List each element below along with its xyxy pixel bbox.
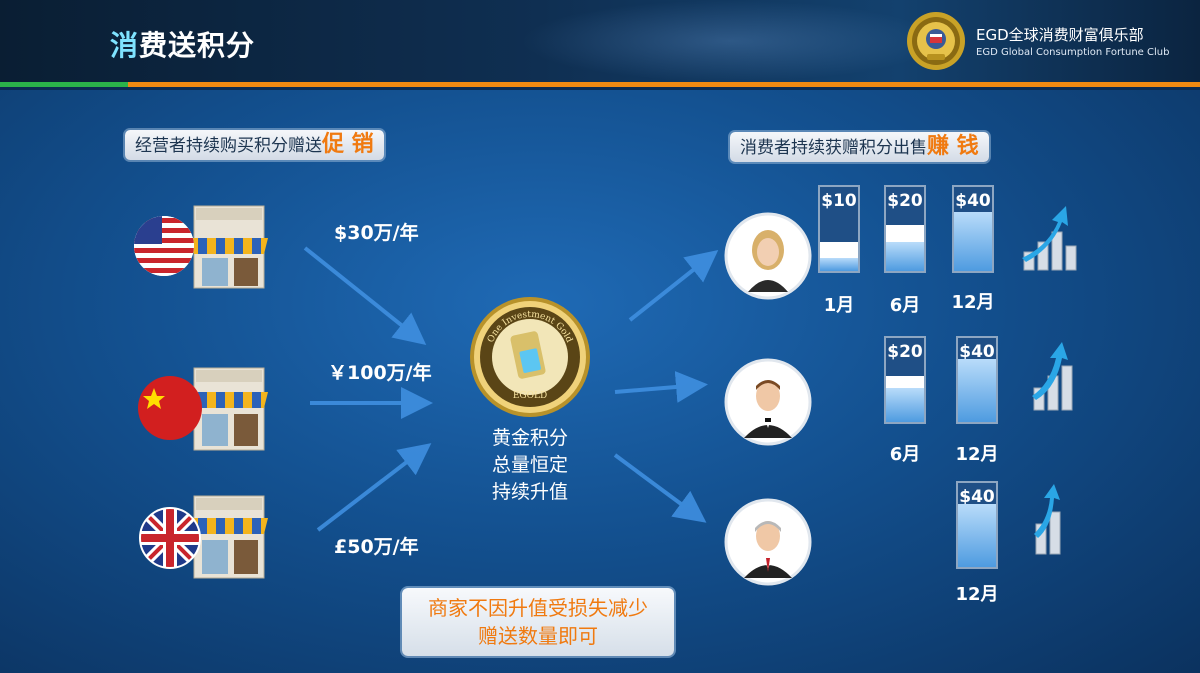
growth-chart-icon [1034, 484, 1061, 555]
rate-uk: £50万/年 [334, 536, 419, 558]
growth-chart-icon [1032, 342, 1073, 411]
arrow-coin-to-man [614, 371, 708, 403]
bar-value-label: $40 [955, 191, 991, 211]
bar-month-label: 12月 [955, 584, 999, 605]
woman-avatar-icon [724, 212, 812, 300]
value-bar: $40 [956, 481, 998, 569]
merchant-banner-highlight: 促 销 [322, 132, 374, 157]
bar-fill [886, 241, 924, 271]
bar-fill [954, 212, 992, 271]
club-medal-logo-icon [907, 12, 965, 70]
coin-caption-line: 总量恒定 [491, 454, 568, 476]
slide: 消费送积分 EGD全球消费财富俱乐部 EGD Global Consumptio… [0, 0, 1200, 673]
china-flag-icon [138, 376, 202, 440]
senior-man-avatar-icon [724, 498, 812, 586]
bar-fill [958, 359, 996, 422]
merchant-note-line: 商家不因升值受损失减少 [428, 596, 648, 620]
merchant-banner: 经营者持续购买积分赠送促 销 [125, 130, 384, 160]
bar-fill [886, 388, 924, 422]
bar-month-label: 1月 [823, 295, 855, 316]
coin-ring-bottom-text: EGOLD [513, 391, 547, 401]
bar-month-label: 12月 [951, 292, 995, 313]
consumer-banner-text: 消费者持续获赠积分出售 [740, 138, 927, 158]
merchant-note-line: 赠送数量即可 [478, 624, 598, 648]
value-bar: $40 [956, 336, 998, 424]
shop-uk [139, 495, 268, 579]
bar-month-label: 12月 [955, 444, 999, 465]
arrow-uk-to-coin [316, 443, 432, 532]
page-title: 消费送积分 [110, 24, 255, 64]
bar-month-label: 6月 [889, 295, 921, 316]
bar-value-label: $20 [887, 191, 923, 211]
shop-china [138, 367, 268, 451]
bar-fill [820, 258, 858, 271]
title-first-char: 消 [110, 29, 140, 62]
value-bar: $20 [884, 185, 926, 273]
coin-caption-line: 持续升值 [491, 481, 568, 503]
consumer-banner-highlight: 赚 钱 [927, 134, 979, 159]
man-avatar-icon [724, 358, 812, 446]
bar-fill [958, 504, 996, 567]
usa-flag-icon [134, 216, 194, 276]
header-glow [520, 0, 940, 82]
club-name-cn: EGD全球消费财富俱乐部 [976, 26, 1144, 44]
arrow-usa-to-coin [303, 246, 427, 345]
coin-caption: 黄金积分 总量恒定 持续升值 [480, 425, 580, 506]
egold-coin-icon: One Investment Gold EGOLD [470, 297, 590, 417]
merchant-banner-text: 经营者持续购买积分赠送 [135, 136, 322, 156]
uk-flag-icon [139, 507, 201, 569]
club-name-en: EGD Global Consumption Fortune Club [976, 47, 1170, 58]
shop-usa [134, 205, 268, 289]
header-bar: 消费送积分 EGD全球消费财富俱乐部 EGD Global Consumptio… [0, 0, 1200, 82]
growth-chart-icon [1022, 206, 1077, 271]
arrow-coin-to-woman [628, 250, 719, 322]
merchant-note-box: 商家不因升值受损失减少 赠送数量即可 [402, 588, 674, 656]
rate-china: ￥100万/年 [328, 362, 432, 384]
value-bar: $40 [952, 185, 994, 273]
coin-caption-line: 黄金积分 [491, 427, 568, 449]
bar-month-label: 6月 [889, 444, 921, 465]
accent-strip-dark [0, 87, 1200, 90]
arrow-coin-to-senior [613, 453, 707, 523]
title-rest: 费送积分 [139, 29, 256, 62]
value-bar: $10 [818, 185, 860, 273]
consumer-banner: 消费者持续获赠积分出售赚 钱 [730, 132, 989, 162]
bar-value-label: $20 [887, 342, 923, 362]
rate-usa: $30万/年 [334, 222, 419, 244]
bar-value-label: $10 [821, 191, 857, 211]
value-bar: $20 [884, 336, 926, 424]
